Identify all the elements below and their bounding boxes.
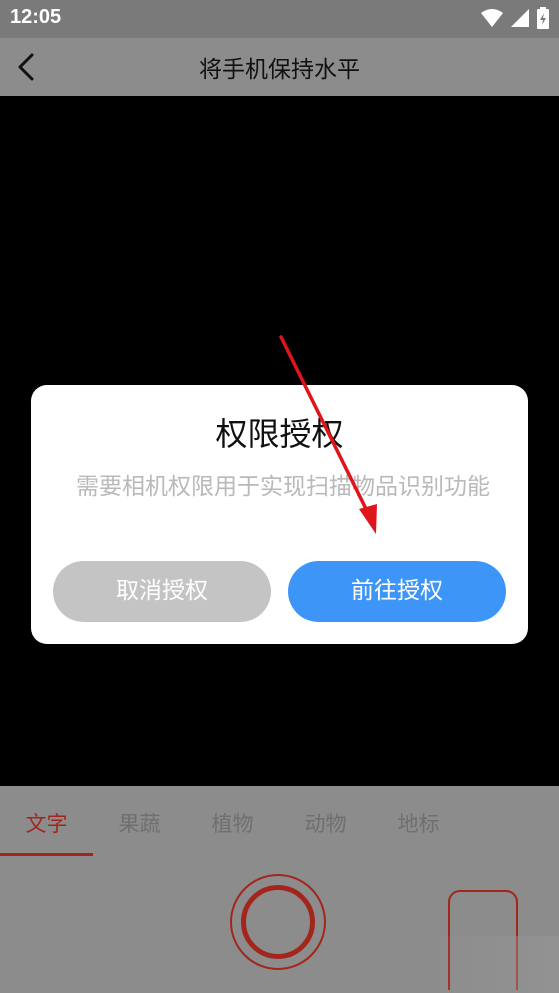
cancel-authorization-button[interactable]: 取消授权 [53, 561, 271, 622]
permission-dialog: 权限授权 需要相机权限用于实现扫描物品识别功能 取消授权 前往授权 [31, 385, 528, 644]
go-authorize-button[interactable]: 前往授权 [288, 561, 506, 622]
battery-icon [537, 7, 549, 29]
dialog-title: 权限授权 [215, 415, 344, 453]
gallery-overlay [420, 936, 559, 993]
wifi-icon [481, 9, 503, 27]
dialog-message: 需要相机权限用于实现扫描物品识别功能 [76, 474, 490, 500]
tab-fruits-vegetables[interactable]: 果蔬 [93, 808, 186, 838]
tab-landmarks[interactable]: 地标 [372, 808, 465, 838]
shutter-button[interactable] [230, 874, 326, 970]
shutter-inner-ring [241, 885, 315, 959]
tab-active-indicator [0, 853, 93, 856]
status-bar: 12:05 [0, 0, 559, 38]
status-time: 12:05 [10, 6, 62, 28]
page-title: 将手机保持水平 [199, 57, 360, 83]
status-icons [481, 7, 549, 29]
tab-text[interactable]: 文字 [0, 808, 93, 838]
tab-animals[interactable]: 动物 [279, 808, 372, 838]
tab-plants[interactable]: 植物 [186, 808, 279, 838]
bottom-panel: 文字 果蔬 植物 动物 地标 [0, 786, 559, 993]
signal-icon [511, 9, 529, 27]
mode-tabs: 文字 果蔬 植物 动物 地标 [0, 786, 559, 856]
app-bar: 将手机保持水平 [0, 38, 559, 96]
